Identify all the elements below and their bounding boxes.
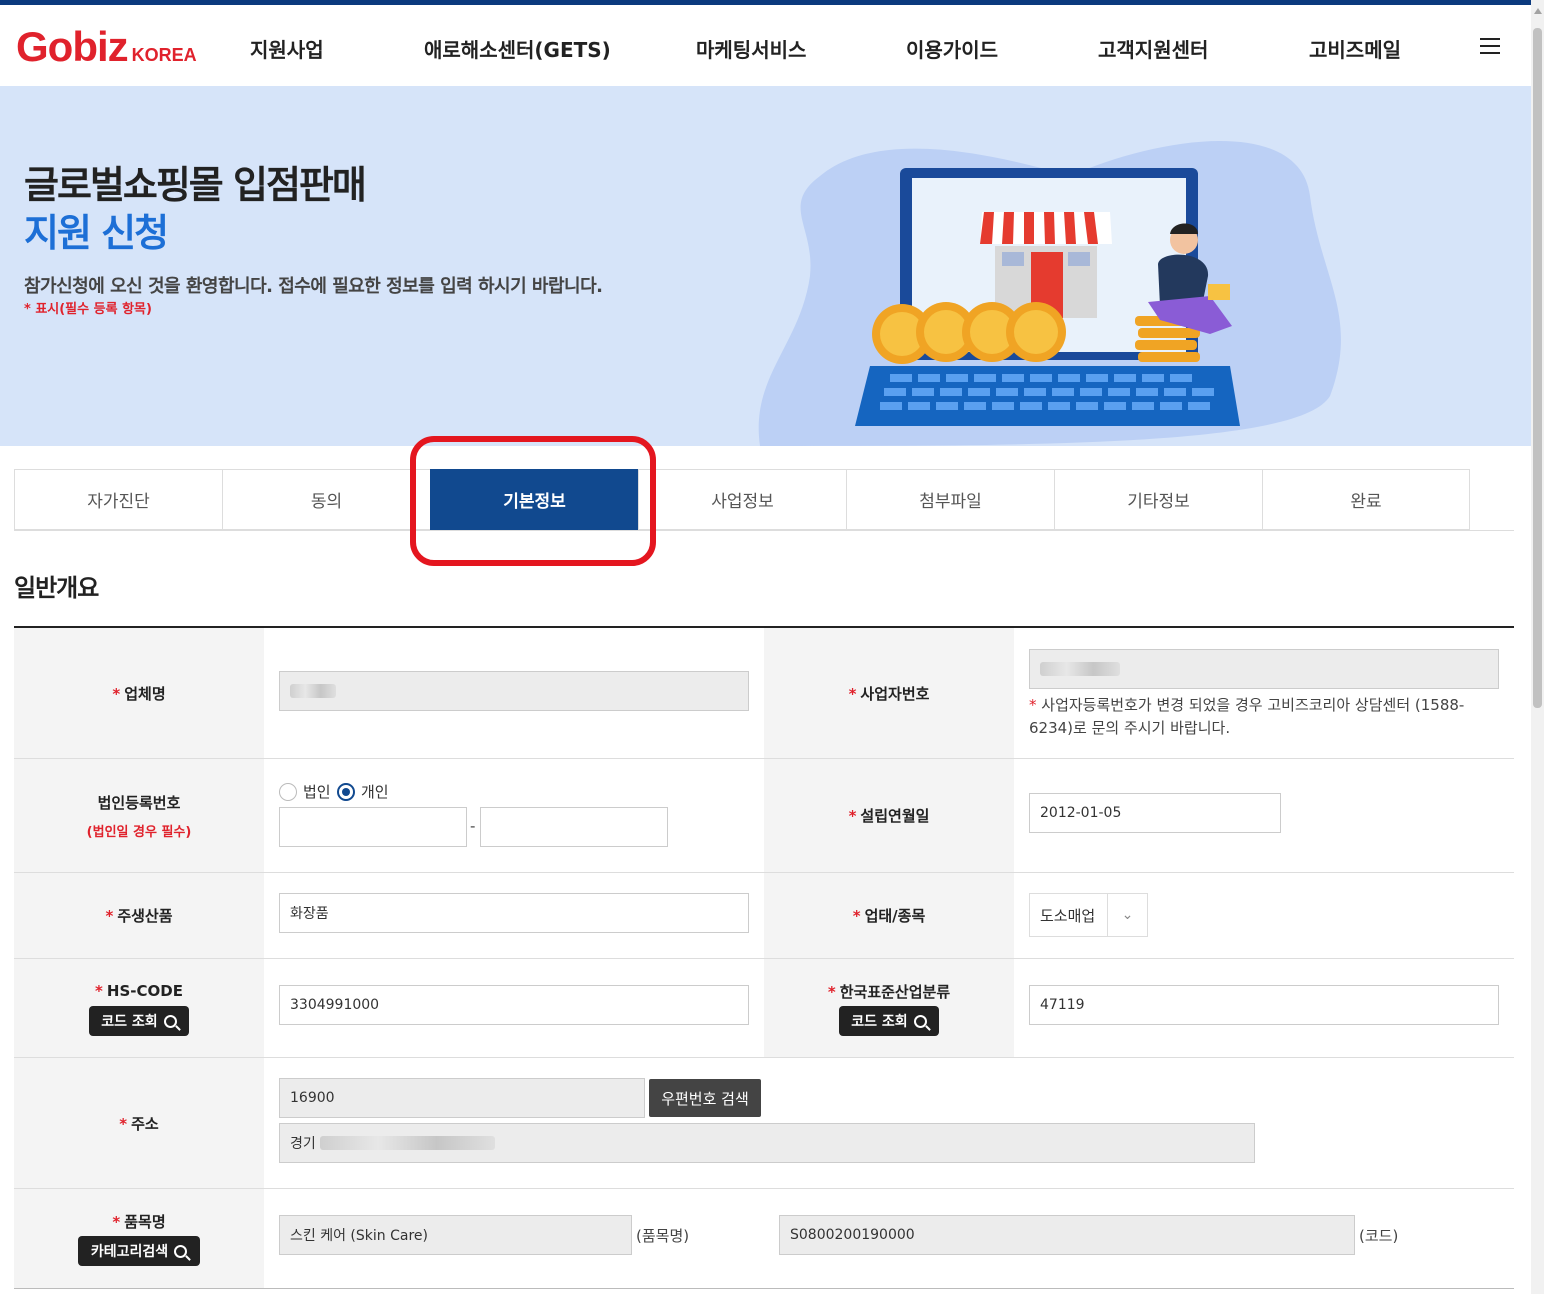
tab-business-info[interactable]: 사업정보 [638,469,846,530]
corp-reg-field-2[interactable] [480,807,668,847]
business-no-label: * 사업자번호 [764,628,1014,758]
item-name-suffix: (품목명) [636,1227,690,1245]
nav-item-mail[interactable]: 고비즈메일 [1309,34,1401,63]
form-row-item: * 품목명 카테고리검색 스킨 케어 (Skin Care) (품목명) S080… [14,1189,1514,1289]
item-code-field[interactable]: S0800200190000 [779,1215,1355,1255]
hero-title: 글로벌쇼핑몰 입점판매 [24,163,367,207]
zipcode-field[interactable]: 16900 [279,1078,645,1118]
biz-type-select[interactable]: 도소매업 ⌄ [1029,893,1148,937]
menu-icon[interactable] [1480,38,1500,54]
radio-corporation[interactable]: 법인 [279,781,331,802]
hero-banner: 글로벌쇼핑몰 입점판매 지원 신청 참가신청에 오신 것을 환영합니다. 접수에… [0,86,1531,446]
vertical-scrollbar[interactable] [1531,0,1544,1294]
required-note: * 표시(필수 등록 항목) [24,302,152,317]
tab-consent[interactable]: 동의 [222,469,430,530]
scrollbar-thumb[interactable] [1533,28,1542,708]
gobiz-logo[interactable]: Gobiz KOREA [16,23,197,71]
radio-individual[interactable]: 개인 [337,781,389,802]
nav-item-marketing[interactable]: 마케팅서비스 [696,34,806,63]
founded-label: * 설립연월일 [764,759,1014,872]
nav-item-gets[interactable]: 애로해소센터(GETS) [424,34,611,63]
step-tabs: 자가진단 동의 기본정보 사업정보 첨부파일 기타정보 완료 [14,469,1514,531]
tab-other-info[interactable]: 기타정보 [1054,469,1262,530]
logo-sub-text: KOREA [131,45,197,65]
chevron-down-icon: ⌄ [1107,894,1147,936]
company-name-field[interactable] [279,671,749,711]
address-label: * 주소 [14,1058,264,1188]
hs-code-search-button[interactable]: 코드 조회 [89,1006,189,1036]
item-name-field[interactable]: 스킨 케어 (Skin Care) [279,1215,632,1255]
form-row-company: * 업체명 * 사업자번호 * 사업자등록번호가 변경 되었을 경우 고비즈코리아 … [14,628,1514,759]
form-row-product: * 주생산품 화장품 * 업태/종목 도소매업 ⌄ [14,873,1514,959]
zipcode-search-button[interactable]: 우편번호 검색 [649,1079,761,1117]
form-row-codes: * HS-CODE 코드 조회 3304991000 * 한국표준산업분류 코드 조… [14,959,1514,1058]
ksic-field[interactable]: 47119 [1029,985,1499,1025]
biz-type-label: * 업태/종목 [764,873,1014,958]
corp-reg-sub: (법인일 경우 필수) [86,824,192,840]
business-no-note: * 사업자등록번호가 변경 되었을 경우 고비즈코리아 상담센터 (1588-6… [1029,696,1465,737]
form-row-corp-reg: 법인등록번호 (법인일 경우 필수) 법인 개인 - * 설립연월일 2012-0… [14,759,1514,873]
hero-welcome-text: 참가신청에 오신 것을 환영합니다. 접수에 필요한 정보를 입력 하시기 바랍… [24,276,603,297]
corp-reg-dash: - [470,817,476,835]
search-icon [163,1014,177,1028]
nav-item-guide[interactable]: 이용가이드 [906,34,998,63]
main-product-field[interactable]: 화장품 [279,893,749,933]
tab-complete[interactable]: 완료 [1262,469,1470,530]
scroll-up-icon[interactable] [1534,8,1542,14]
shop-laptop-illustration [758,141,1341,446]
tab-self-diagnosis[interactable]: 자가진단 [14,469,222,530]
biz-type-value: 도소매업 [1040,906,1096,925]
site-header: Gobiz KOREA 지원사업 애로해소센터(GETS) 마케팅서비스 이용가… [0,5,1531,86]
form-row-address: * 주소 16900 우편번호 검색 경기 [14,1058,1514,1189]
ksic-search-button[interactable]: 코드 조회 [839,1006,939,1036]
search-icon [174,1244,188,1258]
hs-code-field[interactable]: 3304991000 [279,985,749,1025]
company-name-label: * 업체명 [14,628,264,758]
category-search-button[interactable]: 카테고리검색 [78,1236,200,1266]
corp-reg-field-1[interactable] [279,807,467,847]
corp-reg-label: 법인등록번호 (법인일 경우 필수) [14,759,264,872]
item-code-suffix: (코드) [1359,1227,1399,1245]
active-tab-highlight [410,436,656,566]
main-product-label: * 주생산품 [14,873,264,958]
business-no-field[interactable] [1029,649,1499,689]
hero-subtitle: 지원 신청 [24,211,169,255]
nav-item-customer[interactable]: 고객지원센터 [1098,34,1208,63]
search-icon [913,1014,927,1028]
tab-attachments[interactable]: 첨부파일 [846,469,1054,530]
logo-main-text: Gobiz [16,23,129,70]
founded-date-field[interactable]: 2012-01-05 [1029,793,1281,833]
address-field[interactable]: 경기 [279,1123,1255,1163]
nav-item-support[interactable]: 지원사업 [250,34,324,63]
section-title: 일반개요 [14,574,99,602]
